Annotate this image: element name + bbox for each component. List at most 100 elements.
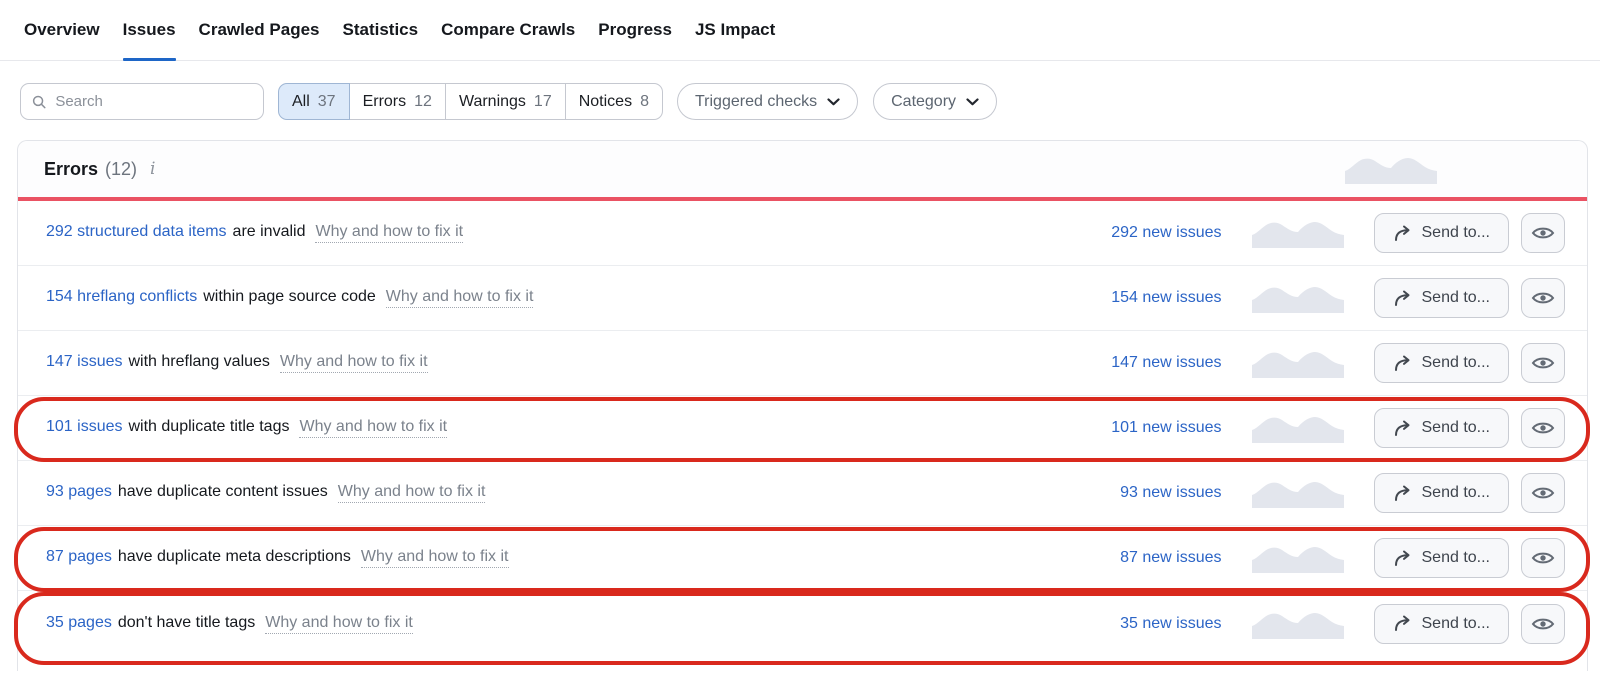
why-how-to-fix-link[interactable]: Why and how to fix it	[386, 288, 534, 308]
hide-issue-button[interactable]	[1521, 538, 1565, 578]
segment-all[interactable]: All 37	[278, 83, 350, 120]
issue-row: 154 hreflang conflicts within page sourc…	[18, 266, 1587, 331]
chevron-down-icon	[966, 98, 979, 106]
section-count: (12)	[105, 159, 137, 180]
segment-label: Warnings	[459, 93, 526, 111]
issue-row: 35 pages don't have title tags Why and h…	[18, 591, 1587, 656]
issue-row: 101 issues with duplicate title tags Why…	[18, 396, 1587, 461]
segment-label: Notices	[579, 93, 632, 111]
issue-text: 87 pages have duplicate meta description…	[46, 548, 1072, 568]
segment-count: 12	[414, 93, 432, 111]
issue-description: with duplicate title tags	[129, 418, 290, 436]
new-issues-link[interactable]: 147 new issues	[1072, 354, 1222, 372]
issue-count-link[interactable]: 87 pages	[46, 548, 112, 566]
eye-icon	[1531, 225, 1555, 241]
hide-issue-button[interactable]	[1521, 278, 1565, 318]
new-issues-link[interactable]: 35 new issues	[1072, 615, 1222, 633]
send-to-button[interactable]: Send to...	[1374, 213, 1510, 253]
send-to-button[interactable]: Send to...	[1374, 343, 1510, 383]
issue-count-link[interactable]: 292 structured data items	[46, 223, 227, 241]
new-issues-link[interactable]: 154 new issues	[1072, 289, 1222, 307]
issue-row: 87 pages have duplicate meta description…	[18, 526, 1587, 591]
why-how-to-fix-link[interactable]: Why and how to fix it	[338, 483, 486, 503]
trend-placeholder-icon	[1252, 283, 1344, 313]
issue-description: within page source code	[203, 288, 376, 306]
tab-js-impact[interactable]: JS Impact	[695, 0, 775, 60]
send-to-button[interactable]: Send to...	[1374, 538, 1510, 578]
hide-issue-button[interactable]	[1521, 473, 1565, 513]
tab-statistics[interactable]: Statistics	[343, 0, 419, 60]
tab-progress[interactable]: Progress	[598, 0, 672, 60]
issue-row-actions: 147 new issues Send to...	[1072, 343, 1588, 383]
tab-issues[interactable]: Issues	[123, 0, 176, 60]
eye-icon	[1531, 420, 1555, 436]
send-to-button[interactable]: Send to...	[1374, 278, 1510, 318]
issue-text: 93 pages have duplicate content issues W…	[46, 483, 1072, 503]
eye-icon	[1531, 355, 1555, 371]
send-to-button[interactable]: Send to...	[1374, 604, 1510, 644]
send-to-label: Send to...	[1422, 354, 1491, 372]
hide-issue-button[interactable]	[1521, 604, 1565, 644]
issue-count-link[interactable]: 93 pages	[46, 483, 112, 501]
forward-arrow-icon	[1393, 615, 1413, 632]
why-how-to-fix-link[interactable]: Why and how to fix it	[361, 548, 509, 568]
dropdown-label: Category	[891, 93, 956, 111]
issue-count-link[interactable]: 101 issues	[46, 418, 123, 436]
issue-row-actions: 35 new issues Send to...	[1072, 604, 1588, 644]
search-input[interactable]	[55, 93, 252, 110]
why-how-to-fix-link[interactable]: Why and how to fix it	[280, 353, 428, 373]
eye-icon	[1531, 616, 1555, 632]
top-nav: Overview Issues Crawled Pages Statistics…	[0, 0, 1600, 61]
search-box[interactable]	[20, 83, 264, 120]
send-to-button[interactable]: Send to...	[1374, 408, 1510, 448]
hide-issue-button[interactable]	[1521, 213, 1565, 253]
forward-arrow-icon	[1393, 485, 1413, 502]
issue-row: 292 structured data items are invalid Wh…	[18, 201, 1587, 266]
search-icon	[32, 94, 46, 110]
issue-description: are invalid	[233, 223, 306, 241]
issue-description: have duplicate meta descriptions	[118, 548, 351, 566]
forward-arrow-icon	[1393, 355, 1413, 372]
why-how-to-fix-link[interactable]: Why and how to fix it	[265, 614, 413, 634]
trend-placeholder-icon	[1252, 478, 1344, 508]
hide-issue-button[interactable]	[1521, 343, 1565, 383]
new-issues-link[interactable]: 101 new issues	[1072, 419, 1222, 437]
trend-placeholder-icon	[1345, 154, 1437, 184]
issue-count-link[interactable]: 35 pages	[46, 614, 112, 632]
tab-crawled-pages[interactable]: Crawled Pages	[199, 0, 320, 60]
send-to-button[interactable]: Send to...	[1374, 473, 1510, 513]
header-right-cluster	[1165, 149, 1587, 189]
segment-errors[interactable]: Errors 12	[349, 83, 446, 120]
issue-count-link[interactable]: 154 hreflang conflicts	[46, 288, 197, 306]
why-how-to-fix-link[interactable]: Why and how to fix it	[315, 223, 463, 243]
issue-count-link[interactable]: 147 issues	[46, 353, 123, 371]
tab-overview[interactable]: Overview	[24, 0, 100, 60]
new-issues-link[interactable]: 87 new issues	[1072, 549, 1222, 567]
hide-issue-button[interactable]	[1521, 408, 1565, 448]
new-issues-link[interactable]: 93 new issues	[1072, 484, 1222, 502]
segment-warnings[interactable]: Warnings 17	[445, 83, 566, 120]
issue-row-actions: 87 new issues Send to...	[1072, 538, 1588, 578]
triggered-checks-dropdown[interactable]: Triggered checks	[677, 83, 858, 120]
new-issues-link[interactable]: 292 new issues	[1072, 224, 1222, 242]
filter-bar: All 37 Errors 12 Warnings 17 Notices 8 T…	[0, 61, 1600, 120]
section-title: Errors	[44, 159, 98, 180]
forward-arrow-icon	[1393, 550, 1413, 567]
issues-list: 292 structured data items are invalid Wh…	[18, 201, 1587, 656]
eye-icon	[1531, 550, 1555, 566]
errors-card-header: Errors (12) i	[18, 141, 1587, 197]
tab-compare-crawls[interactable]: Compare Crawls	[441, 0, 575, 60]
trend-placeholder-icon	[1252, 543, 1344, 573]
forward-arrow-icon	[1393, 290, 1413, 307]
send-to-label: Send to...	[1422, 484, 1491, 502]
issue-row: 147 issues with hreflang values Why and …	[18, 331, 1587, 396]
why-how-to-fix-link[interactable]: Why and how to fix it	[299, 418, 447, 438]
category-dropdown[interactable]: Category	[873, 83, 997, 120]
segment-notices[interactable]: Notices 8	[565, 83, 663, 120]
info-icon[interactable]: i	[150, 159, 155, 179]
send-to-label: Send to...	[1422, 549, 1491, 567]
issue-row: 93 pages have duplicate content issues W…	[18, 461, 1587, 526]
forward-arrow-icon	[1393, 225, 1413, 242]
issue-text: 101 issues with duplicate title tags Why…	[46, 418, 1072, 438]
dropdown-label: Triggered checks	[695, 93, 817, 111]
